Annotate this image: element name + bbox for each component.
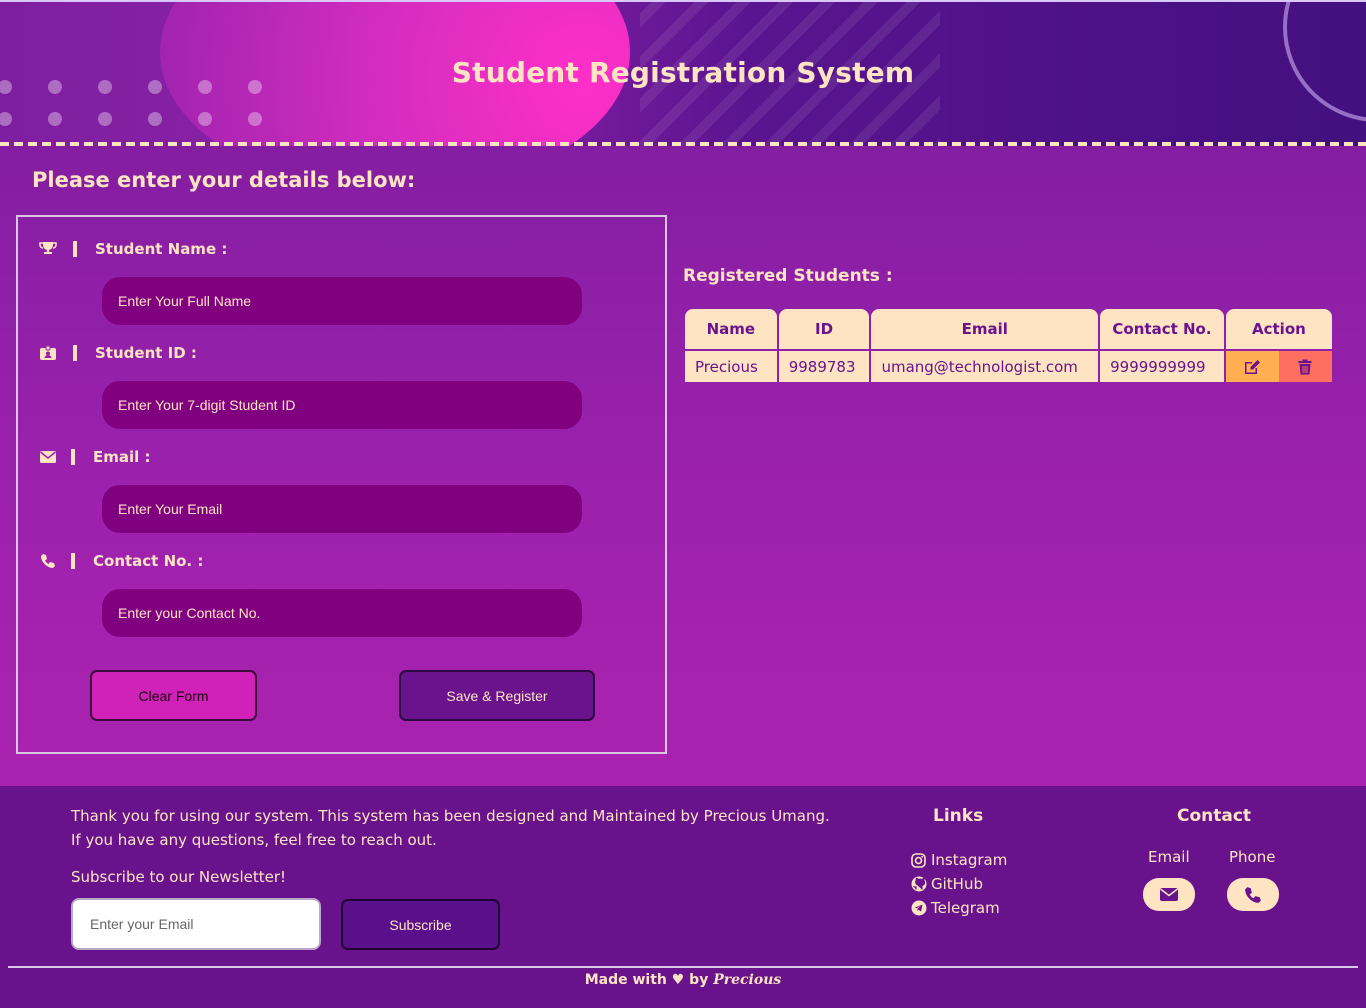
author-name: Precious [713,972,782,988]
column-header-email: Email [871,309,1099,349]
phone-icon [1245,886,1261,903]
label-divider [73,345,77,361]
label-divider [71,449,75,465]
cell-action [1225,351,1333,382]
link-instagram-label: Instagram [931,851,1008,869]
contact-input[interactable] [102,589,582,637]
clear-form-button[interactable]: Clear Form [90,670,257,721]
contact-email-button[interactable] [1143,878,1195,911]
trash-icon [1298,359,1312,374]
contact-label-row: Contact No. : [38,551,203,571]
contact-heading: Contact [1177,806,1252,826]
cell-email: umang@technologist.com [871,351,1099,382]
delete-button[interactable] [1278,351,1333,382]
students-table: Name ID Email Contact No. Action Preciou… [683,307,1334,384]
contact-phone-button[interactable] [1227,878,1279,911]
page-title: Student Registration System [451,56,915,89]
student-id-input[interactable] [102,381,582,429]
contact-email-label: Email [1148,848,1190,866]
footer-about-line-2: If you have any questions, feel free to … [71,831,437,849]
edit-button[interactable] [1225,351,1279,382]
column-header-contact: Contact No. [1100,309,1224,349]
footer-about-line-1: Thank you for using our system. This sys… [71,807,830,825]
column-header-action: Action [1225,309,1332,349]
instagram-icon [911,852,929,868]
form-heading: Please enter your details below: [32,168,416,192]
student-name-label-row: Student Name : [38,239,227,259]
table-row: Precious 9989783 umang@technologist.com … [685,351,1333,382]
envelope-icon [1160,888,1178,901]
cell-name: Precious [685,351,777,382]
link-telegram[interactable]: Telegram [911,896,1007,920]
link-github[interactable]: GitHub [911,872,1007,896]
id-card-icon [38,344,58,362]
made-with-credit: Made with ♥ by Precious [0,972,1366,988]
edit-icon [1245,359,1261,374]
email-label: Email : [93,448,151,466]
footer-about: Thank you for using our system. This sys… [71,804,830,852]
contact-phone-label: Phone [1229,848,1276,866]
made-with-text: Made with ♥ by [584,972,709,988]
page-footer: Thank you for using our system. This sys… [0,786,1366,1008]
subscribe-button[interactable]: Subscribe [341,899,500,950]
label-divider [73,241,77,257]
table-header-row: Name ID Email Contact No. Action [685,309,1332,349]
save-register-button[interactable]: Save & Register [399,670,595,721]
column-header-id: ID [778,309,870,349]
telegram-icon [911,900,929,916]
student-id-label-row: Student ID : [38,343,197,363]
link-telegram-label: Telegram [931,899,1000,917]
student-id-label: Student ID : [95,344,197,362]
link-github-label: GitHub [931,875,983,893]
newsletter-email-input[interactable] [71,898,321,950]
links-heading: Links [933,806,984,826]
cell-contact: 9999999999 [1100,351,1224,382]
cell-id: 9989783 [778,351,870,382]
footer-links: Instagram GitHub Telegram [911,848,1007,920]
label-divider [71,553,75,569]
github-icon [911,876,929,892]
envelope-icon [38,448,58,466]
page-header: Student Registration System [0,0,1366,146]
link-instagram[interactable]: Instagram [911,848,1007,872]
newsletter-label: Subscribe to our Newsletter! [71,868,287,886]
registration-form: Student Name : Student ID : Email : Cont… [16,215,667,754]
trophy-icon [38,240,58,258]
student-name-input[interactable] [102,277,582,325]
contact-label: Contact No. : [93,552,204,570]
phone-icon [38,552,58,570]
email-label-row: Email : [38,447,151,467]
column-header-name: Name [685,309,777,349]
footer-divider [8,966,1358,968]
student-name-label: Student Name : [95,240,228,258]
header-dashed-border [0,142,1366,146]
table-heading: Registered Students : [683,266,893,286]
email-input[interactable] [102,485,582,533]
